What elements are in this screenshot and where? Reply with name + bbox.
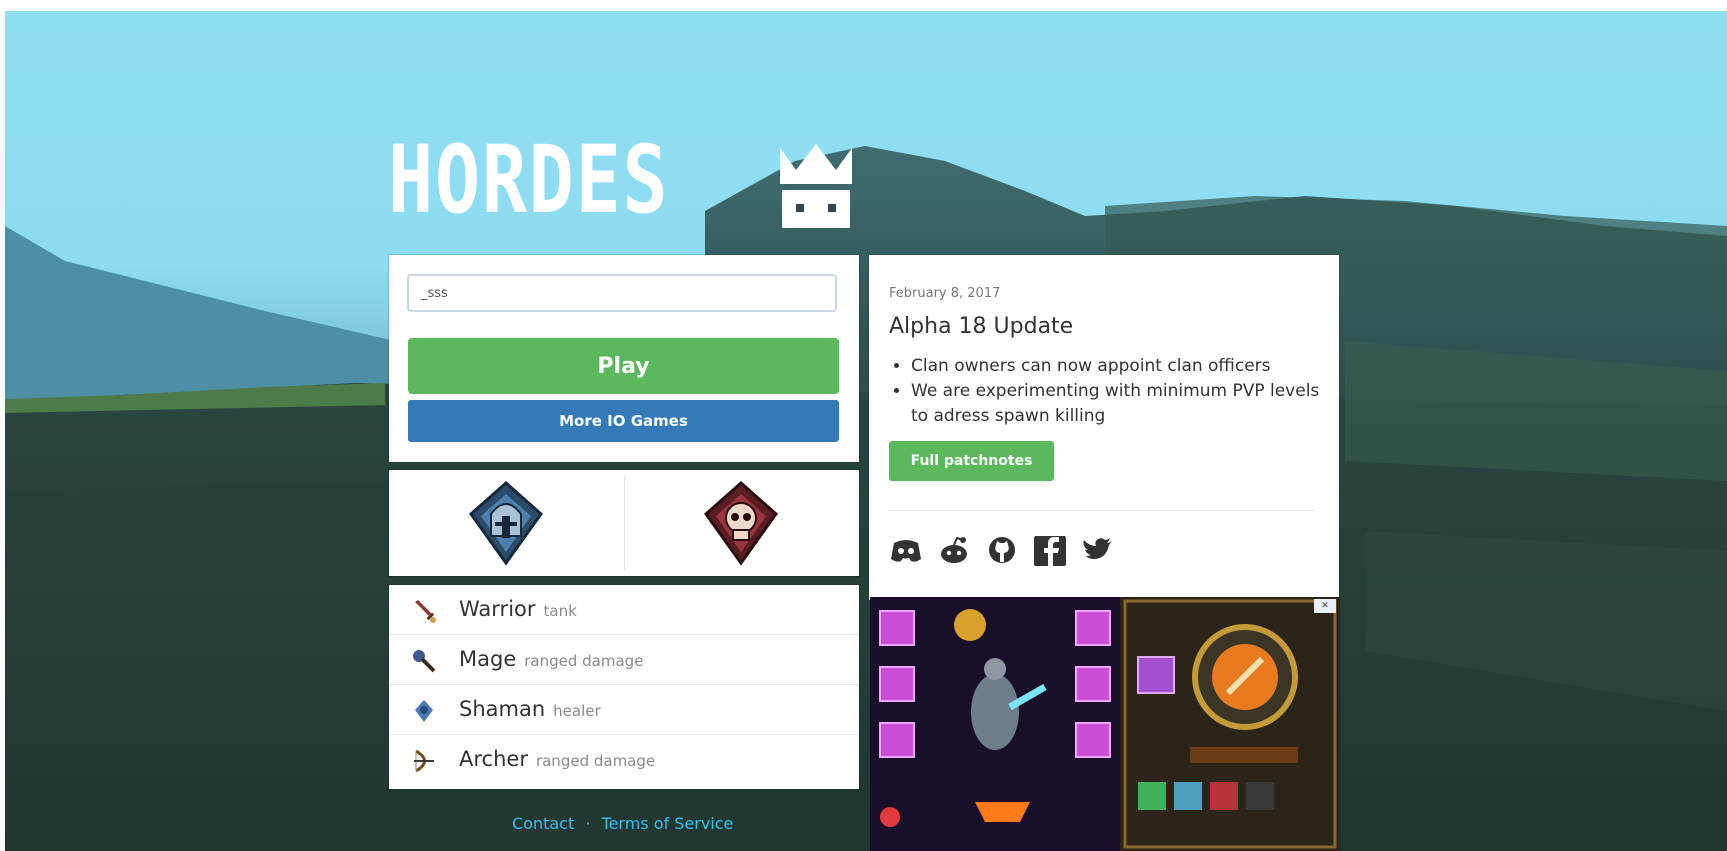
sword-icon <box>415 600 436 623</box>
ad-close-icon[interactable]: ✕ <box>1314 599 1336 613</box>
discord-icon[interactable] <box>889 535 923 565</box>
skull-shield-icon <box>703 480 779 566</box>
news-item: Clan owners can now appoint clan officer… <box>911 354 1331 379</box>
twitter-icon[interactable] <box>1081 535 1115 565</box>
more-io-games-button[interactable]: More IO Games <box>408 400 839 442</box>
class-name: Archer <box>459 747 528 771</box>
reddit-icon[interactable] <box>937 535 971 565</box>
game-background <box>5 11 1727 851</box>
class-warrior[interactable]: Warrior tank <box>389 585 859 635</box>
totem-icon <box>415 700 433 722</box>
staff-icon <box>413 650 436 673</box>
landscape-illustration <box>5 146 1727 851</box>
play-button[interactable]: Play <box>408 338 839 394</box>
bow-icon <box>414 749 434 773</box>
class-role: tank <box>543 602 577 620</box>
class-archer[interactable]: Archer ranged damage <box>389 735 859 785</box>
news-title: Alpha 18 Update <box>889 314 1074 339</box>
news-divider <box>889 510 1314 511</box>
full-patchnotes-button[interactable]: Full patchnotes <box>889 441 1054 481</box>
helmet-shield-icon <box>468 480 544 566</box>
facebook-icon[interactable] <box>1033 535 1067 567</box>
faction-selector <box>389 470 859 576</box>
contact-link[interactable]: Contact <box>512 814 574 833</box>
footer-separator: · <box>585 814 591 833</box>
github-icon[interactable] <box>985 535 1019 565</box>
hordes-logo: HORDES <box>388 128 858 248</box>
footer: Contact · Terms of Service <box>512 814 733 833</box>
player-name-input[interactable] <box>407 274 837 312</box>
crown-icon <box>780 144 852 228</box>
class-name: Mage <box>459 647 517 671</box>
news-panel: February 8, 2017 Alpha 18 Update Clan ow… <box>869 255 1339 600</box>
faction-vanguard[interactable] <box>389 470 623 576</box>
class-list: Warrior tank Mage ranged damage Shaman heal… <box>389 585 859 789</box>
terms-of-service-link[interactable]: Terms of Service <box>602 814 734 833</box>
news-item: We are experimenting with minimum PVP le… <box>911 379 1331 429</box>
advertisement[interactable]: ✕ <box>870 597 1340 851</box>
class-role: ranged damage <box>524 652 644 670</box>
logo-text: HORDES <box>388 126 670 235</box>
class-name: Warrior <box>459 597 536 621</box>
class-role: healer <box>553 702 601 720</box>
news-date: February 8, 2017 <box>889 286 1001 301</box>
faction-bloodlust[interactable] <box>624 470 858 576</box>
news-list: Clan owners can now appoint clan officer… <box>889 354 1331 429</box>
ad-image <box>870 597 1340 851</box>
class-mage[interactable]: Mage ranged damage <box>389 635 859 685</box>
class-role: ranged damage <box>535 752 656 770</box>
login-panel: Play More IO Games <box>389 255 859 462</box>
class-name: Shaman <box>459 697 546 721</box>
class-shaman[interactable]: Shaman healer <box>389 685 859 735</box>
